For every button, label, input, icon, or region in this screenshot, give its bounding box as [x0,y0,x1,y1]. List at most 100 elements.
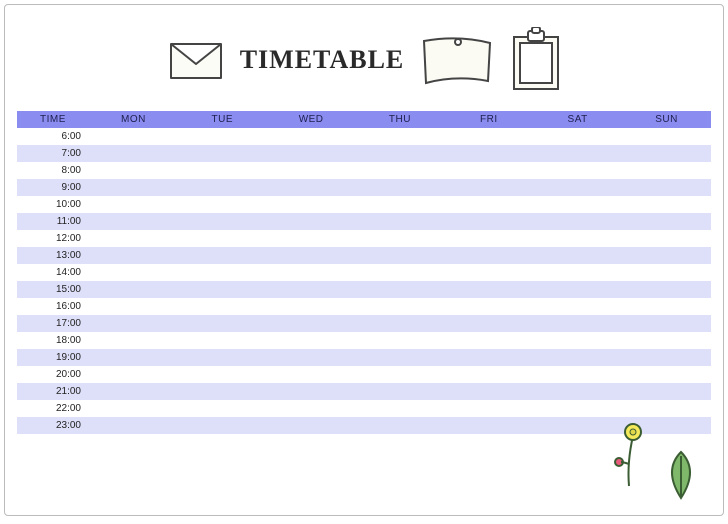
slot-cell[interactable] [89,145,178,162]
slot-cell[interactable] [178,145,267,162]
slot-cell[interactable] [444,230,533,247]
slot-cell[interactable] [267,247,356,264]
slot-cell[interactable] [356,230,445,247]
slot-cell[interactable] [267,315,356,332]
slot-cell[interactable] [444,332,533,349]
slot-cell[interactable] [178,281,267,298]
slot-cell[interactable] [178,247,267,264]
slot-cell[interactable] [178,196,267,213]
slot-cell[interactable] [267,298,356,315]
slot-cell[interactable] [622,400,711,417]
slot-cell[interactable] [444,400,533,417]
slot-cell[interactable] [89,213,178,230]
slot-cell[interactable] [267,179,356,196]
slot-cell[interactable] [178,179,267,196]
slot-cell[interactable] [356,383,445,400]
slot-cell[interactable] [622,128,711,145]
slot-cell[interactable] [267,213,356,230]
slot-cell[interactable] [622,298,711,315]
slot-cell[interactable] [444,145,533,162]
slot-cell[interactable] [533,264,622,281]
slot-cell[interactable] [533,349,622,366]
slot-cell[interactable] [178,230,267,247]
slot-cell[interactable] [622,196,711,213]
slot-cell[interactable] [178,400,267,417]
slot-cell[interactable] [89,298,178,315]
slot-cell[interactable] [444,417,533,434]
slot-cell[interactable] [267,145,356,162]
slot-cell[interactable] [267,128,356,145]
slot-cell[interactable] [178,366,267,383]
slot-cell[interactable] [444,162,533,179]
slot-cell[interactable] [267,230,356,247]
slot-cell[interactable] [89,162,178,179]
slot-cell[interactable] [533,332,622,349]
slot-cell[interactable] [267,332,356,349]
slot-cell[interactable] [533,128,622,145]
slot-cell[interactable] [89,128,178,145]
slot-cell[interactable] [622,230,711,247]
slot-cell[interactable] [622,281,711,298]
slot-cell[interactable] [89,264,178,281]
slot-cell[interactable] [356,349,445,366]
slot-cell[interactable] [444,264,533,281]
slot-cell[interactable] [622,264,711,281]
slot-cell[interactable] [178,417,267,434]
slot-cell[interactable] [267,162,356,179]
slot-cell[interactable] [533,315,622,332]
slot-cell[interactable] [356,128,445,145]
slot-cell[interactable] [444,298,533,315]
slot-cell[interactable] [89,417,178,434]
slot-cell[interactable] [444,213,533,230]
slot-cell[interactable] [622,145,711,162]
slot-cell[interactable] [178,349,267,366]
slot-cell[interactable] [622,162,711,179]
slot-cell[interactable] [178,213,267,230]
slot-cell[interactable] [533,383,622,400]
slot-cell[interactable] [622,366,711,383]
slot-cell[interactable] [444,247,533,264]
slot-cell[interactable] [622,179,711,196]
slot-cell[interactable] [622,247,711,264]
slot-cell[interactable] [267,383,356,400]
slot-cell[interactable] [178,128,267,145]
slot-cell[interactable] [178,264,267,281]
slot-cell[interactable] [89,366,178,383]
slot-cell[interactable] [533,230,622,247]
slot-cell[interactable] [444,383,533,400]
slot-cell[interactable] [356,332,445,349]
slot-cell[interactable] [89,281,178,298]
slot-cell[interactable] [267,196,356,213]
slot-cell[interactable] [89,179,178,196]
slot-cell[interactable] [178,162,267,179]
slot-cell[interactable] [178,383,267,400]
slot-cell[interactable] [533,145,622,162]
slot-cell[interactable] [267,366,356,383]
slot-cell[interactable] [267,349,356,366]
slot-cell[interactable] [356,281,445,298]
slot-cell[interactable] [533,400,622,417]
slot-cell[interactable] [622,315,711,332]
slot-cell[interactable] [533,281,622,298]
slot-cell[interactable] [622,349,711,366]
slot-cell[interactable] [89,247,178,264]
slot-cell[interactable] [356,264,445,281]
slot-cell[interactable] [356,196,445,213]
slot-cell[interactable] [533,366,622,383]
slot-cell[interactable] [356,298,445,315]
slot-cell[interactable] [356,213,445,230]
slot-cell[interactable] [89,383,178,400]
slot-cell[interactable] [356,247,445,264]
slot-cell[interactable] [178,298,267,315]
slot-cell[interactable] [444,128,533,145]
slot-cell[interactable] [622,213,711,230]
slot-cell[interactable] [533,196,622,213]
slot-cell[interactable] [444,196,533,213]
slot-cell[interactable] [89,230,178,247]
slot-cell[interactable] [533,247,622,264]
slot-cell[interactable] [533,298,622,315]
slot-cell[interactable] [533,213,622,230]
slot-cell[interactable] [356,417,445,434]
slot-cell[interactable] [267,281,356,298]
slot-cell[interactable] [356,366,445,383]
